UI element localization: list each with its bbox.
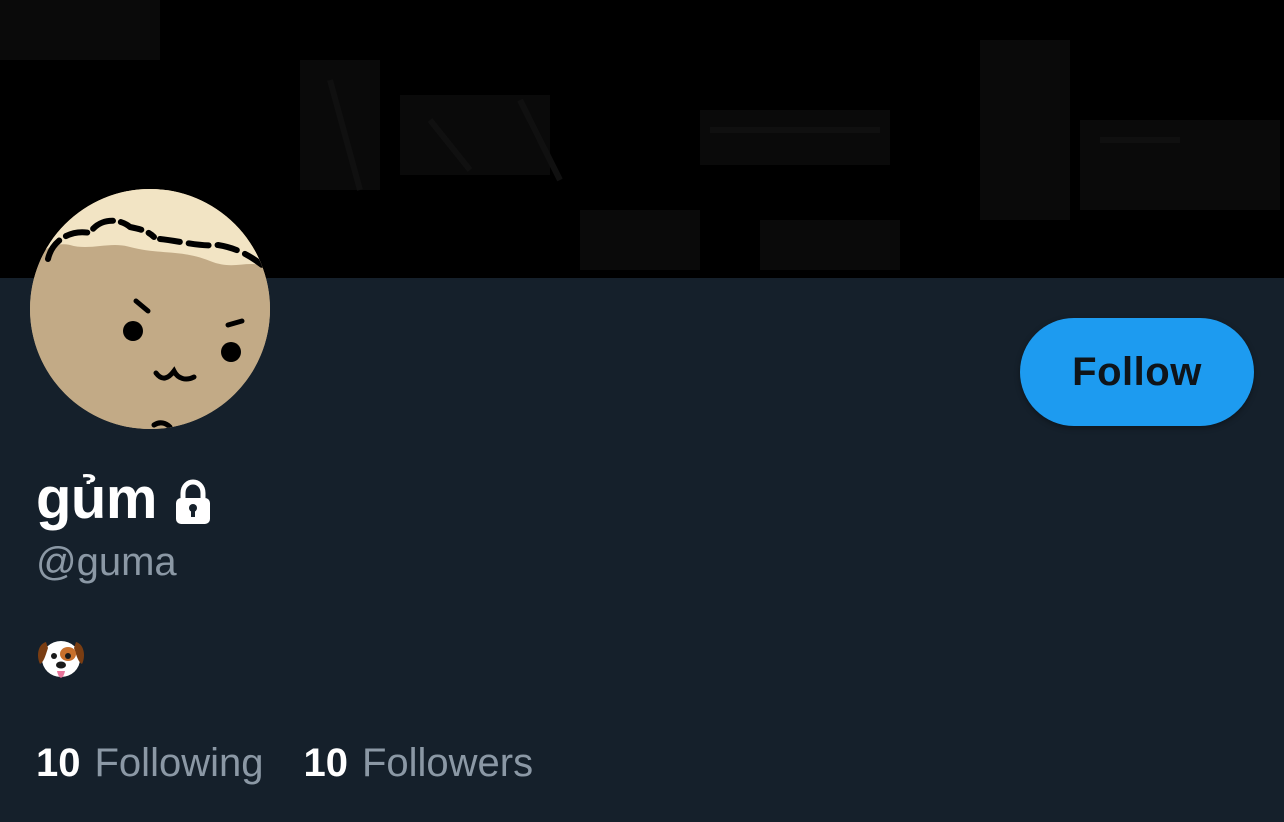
following-stat[interactable]: 10 Following xyxy=(36,736,263,790)
follow-button[interactable]: Follow xyxy=(1020,318,1254,426)
followers-stat[interactable]: 10 Followers xyxy=(303,736,533,790)
profile-name-row: gủm xyxy=(36,464,217,534)
followers-count: 10 xyxy=(303,741,348,785)
display-name: gủm xyxy=(36,466,157,531)
dog-face-icon xyxy=(38,641,84,678)
lock-icon xyxy=(169,479,217,527)
avatar-image xyxy=(30,189,270,429)
profile-handle: @guma xyxy=(36,540,177,584)
profile-page: Follow gủm @guma 🐶 10 Follo xyxy=(0,0,1284,822)
avatar[interactable] xyxy=(30,189,270,429)
following-label: Following xyxy=(94,741,264,785)
profile-stats: 10 Following 10 Followers xyxy=(36,736,573,790)
profile-bio: 🐶 xyxy=(36,634,86,682)
followers-label: Followers xyxy=(361,741,534,785)
following-count: 10 xyxy=(36,741,81,785)
